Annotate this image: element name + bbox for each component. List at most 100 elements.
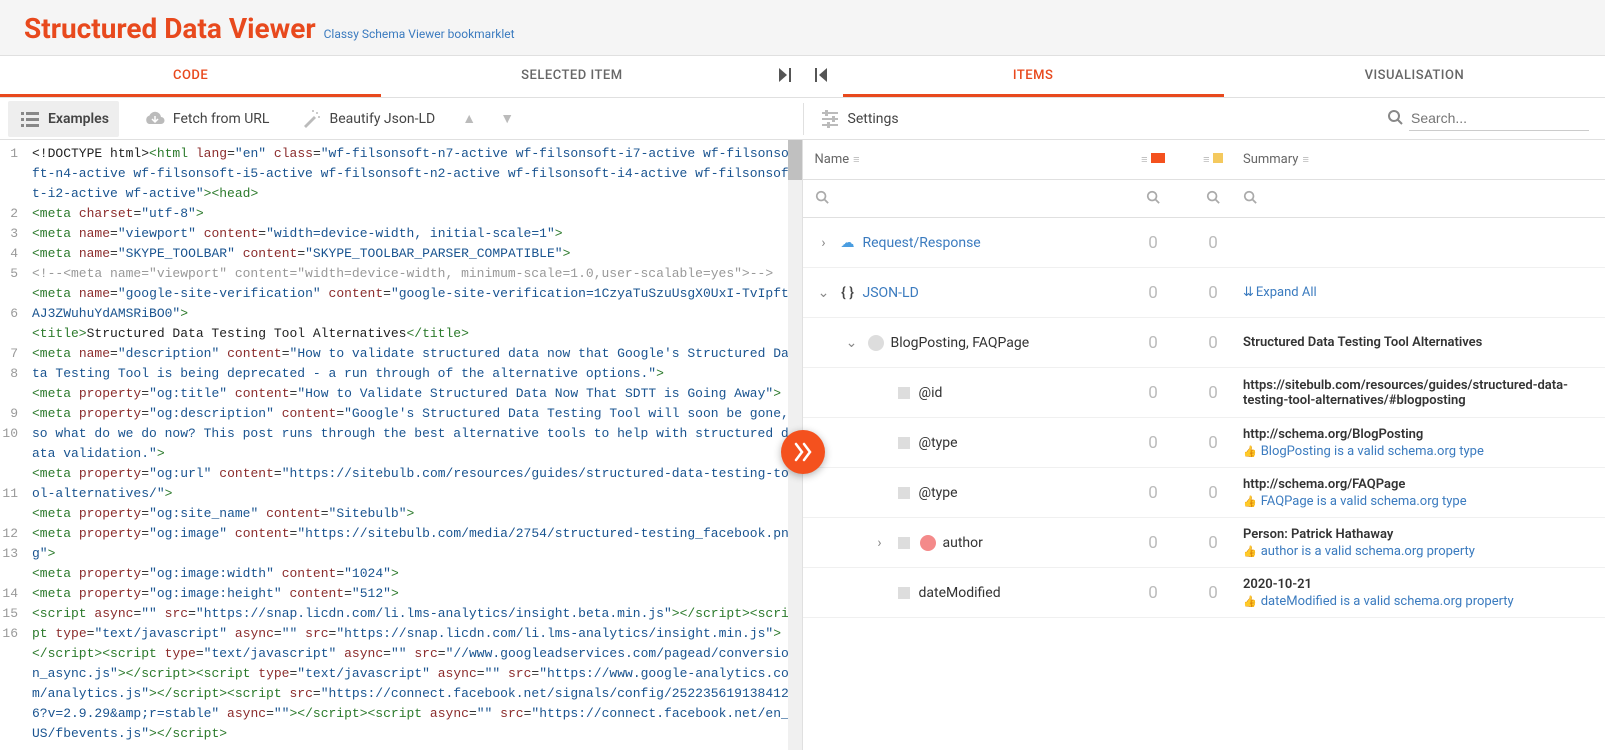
- tab-code[interactable]: CODE: [0, 56, 381, 97]
- chevron-icon[interactable]: [871, 385, 889, 401]
- error-count: 0: [1123, 233, 1183, 253]
- search-box: [1387, 106, 1605, 131]
- expand-all-link[interactable]: ⇊ Expand All: [1243, 285, 1593, 300]
- warning-count: 0: [1183, 483, 1243, 503]
- toolbar: Examples Fetch from URL Beautify Json-LD…: [0, 98, 1605, 140]
- filter-icon[interactable]: ≡: [1141, 153, 1147, 166]
- search-icon[interactable]: [1243, 190, 1257, 208]
- warning-count: 0: [1183, 533, 1243, 553]
- chevron-icon[interactable]: ›: [815, 235, 833, 251]
- tree-label-text: BlogPosting, FAQPage: [891, 335, 1030, 351]
- thumbs-up-icon: 👍: [1243, 495, 1257, 508]
- search-input[interactable]: [1409, 106, 1589, 131]
- tree-row[interactable]: ⌄BlogPosting, FAQPage00Structured Data T…: [803, 318, 1605, 368]
- chevron-icon[interactable]: ⌄: [843, 335, 861, 351]
- chevron-icon[interactable]: [871, 435, 889, 451]
- tree-summary: ⇊ Expand All: [1243, 285, 1593, 300]
- error-count: 0: [1123, 433, 1183, 453]
- cloud-icon: ☁: [839, 234, 857, 252]
- warning-badge-icon: [1213, 153, 1223, 163]
- download-cloud-icon: [143, 107, 167, 131]
- scrollbar-thumb[interactable]: [788, 140, 802, 180]
- pane-divider-arrows: [763, 56, 843, 97]
- property-icon: [895, 484, 913, 502]
- thumbs-up-icon: 👍: [1243, 445, 1257, 458]
- items-pane: Name ≡ ≡ ≡ Summary ≡ › ☁ Request/Response 0…: [803, 140, 1605, 750]
- chevron-icon[interactable]: [871, 585, 889, 601]
- validation-message: BlogPosting is a valid schema.org type: [1261, 444, 1484, 459]
- col-summary-label: Summary: [1243, 152, 1298, 167]
- tree-row[interactable]: dateModified002020-10-21👍dateModified is…: [803, 568, 1605, 618]
- tree-row[interactable]: @type00http://schema.org/BlogPosting👍Blo…: [803, 418, 1605, 468]
- wand-icon: [299, 107, 323, 131]
- thumbs-up-icon: 👍: [1243, 545, 1257, 558]
- property-icon: [895, 534, 913, 552]
- items-column-header: Name ≡ ≡ ≡ Summary ≡: [803, 140, 1605, 180]
- bookmarklet-link[interactable]: Classy Schema Viewer bookmarklet: [324, 27, 515, 41]
- error-count: 0: [1123, 383, 1183, 403]
- examples-button[interactable]: Examples: [8, 101, 119, 137]
- collapse-right-icon[interactable]: [809, 68, 827, 86]
- error-badge-icon: [1151, 153, 1165, 163]
- error-count: 0: [1123, 533, 1183, 553]
- tree-row[interactable]: ›author00Person: Patrick Hathaway👍author…: [803, 518, 1605, 568]
- chevron-icon[interactable]: ⌄: [815, 285, 833, 301]
- collapse-left-icon[interactable]: [779, 68, 797, 86]
- property-icon: [895, 584, 913, 602]
- filter-icon[interactable]: ≡: [853, 153, 859, 166]
- search-icon[interactable]: [1206, 192, 1220, 208]
- code-pane: 12345678910111213141516 <!DOCTYPE html><…: [0, 140, 803, 750]
- error-count: 0: [1123, 483, 1183, 503]
- items-tree: ›☁Request/Response00⌄{ }JSON-LD00⇊ Expan…: [803, 218, 1605, 750]
- tree-label-text: JSON-LD: [863, 285, 919, 301]
- warning-count: 0: [1183, 433, 1243, 453]
- prev-button[interactable]: ▲: [459, 109, 479, 129]
- entity-icon: [919, 534, 937, 552]
- tree-label-text: dateModified: [919, 585, 1001, 601]
- chevron-icon[interactable]: ›: [871, 535, 889, 551]
- error-count: 0: [1123, 283, 1183, 303]
- main-area: 12345678910111213141516 <!DOCTYPE html><…: [0, 140, 1605, 750]
- tab-selected-item[interactable]: SELECTED ITEM: [381, 56, 762, 97]
- validation-message: author is a valid schema.org property: [1261, 544, 1475, 559]
- property-icon: [895, 434, 913, 452]
- tree-label-text: @id: [919, 385, 943, 401]
- tree-summary: 2020-10-21👍dateModified is a valid schem…: [1243, 577, 1593, 609]
- chevron-double-right-icon: [793, 442, 813, 462]
- filter-row: [803, 180, 1605, 218]
- beautify-button[interactable]: Beautify Json-LD: [293, 103, 441, 135]
- settings-button[interactable]: Settings: [812, 103, 905, 135]
- tree-row[interactable]: @id00https://sitebulb.com/resources/guid…: [803, 368, 1605, 418]
- braces-icon: { }: [839, 284, 857, 302]
- warning-count: 0: [1183, 233, 1243, 253]
- app-header: Structured Data Viewer Classy Schema Vie…: [0, 0, 1605, 56]
- sliders-icon: [818, 107, 842, 131]
- tree-row[interactable]: › ☁ Request/Response 00: [803, 218, 1605, 268]
- search-icon[interactable]: [1146, 192, 1160, 208]
- tree-summary: http://schema.org/BlogPosting👍BlogPostin…: [1243, 427, 1593, 459]
- col-name-label: Name: [815, 152, 850, 167]
- filter-icon[interactable]: ≡: [1203, 153, 1209, 166]
- tab-items[interactable]: ITEMS: [843, 56, 1224, 97]
- line-gutter: 12345678910111213141516: [0, 140, 24, 750]
- tree-label-text: Request/Response: [863, 235, 981, 251]
- fetch-url-button[interactable]: Fetch from URL: [137, 103, 276, 135]
- warning-count: 0: [1183, 383, 1243, 403]
- filter-icon[interactable]: ≡: [1302, 153, 1308, 166]
- tabs-row: CODESELECTED ITEM ITEMSVISUALISATION: [0, 56, 1605, 98]
- tab-visualisation[interactable]: VISUALISATION: [1224, 56, 1605, 97]
- tree-row[interactable]: ⌄{ }JSON-LD00⇊ Expand All: [803, 268, 1605, 318]
- next-button[interactable]: ▼: [497, 109, 517, 129]
- property-icon: [895, 384, 913, 402]
- tree-row[interactable]: @type00http://schema.org/FAQPage👍FAQPage…: [803, 468, 1605, 518]
- chevron-icon[interactable]: [871, 485, 889, 501]
- warning-count: 0: [1183, 283, 1243, 303]
- tree-summary: http://schema.org/FAQPage👍FAQPage is a v…: [1243, 477, 1593, 509]
- error-count: 0: [1123, 333, 1183, 353]
- tree-summary: Structured Data Testing Tool Alternative…: [1243, 335, 1593, 350]
- validation-message: FAQPage is a valid schema.org type: [1261, 494, 1467, 509]
- run-fab-button[interactable]: [781, 430, 825, 474]
- search-icon[interactable]: [815, 190, 829, 208]
- code-editor[interactable]: <!DOCTYPE html><html lang="en" class="wf…: [24, 140, 802, 750]
- tree-label-text: @type: [919, 485, 958, 501]
